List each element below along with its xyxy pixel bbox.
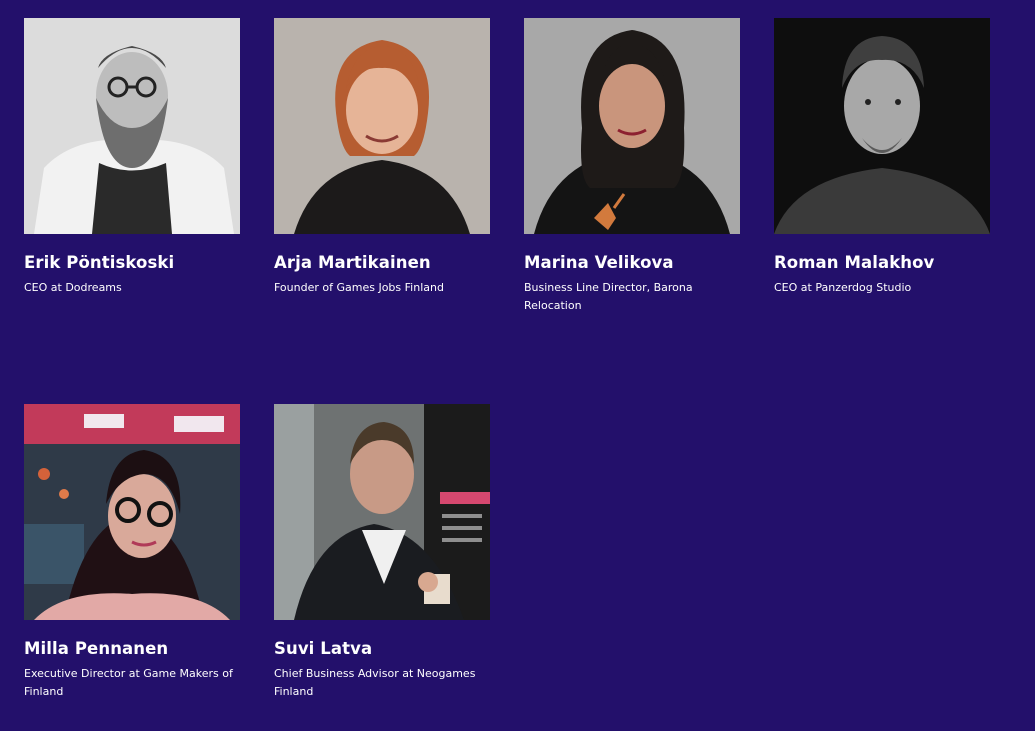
speaker-name: Roman Malakhov	[774, 253, 935, 272]
speaker-card: Roman Malakhov CEO at Panzerdog Studio	[774, 18, 990, 297]
speaker-card: Erik Pöntiskoski CEO at Dodreams	[24, 18, 240, 297]
speaker-photo	[274, 404, 490, 620]
speaker-name: Milla Pennanen	[24, 639, 169, 658]
speaker-role: CEO at Dodreams	[24, 281, 122, 294]
speaker-role: Chief Business Advisor at Neogames Finla…	[274, 667, 476, 698]
speaker-photo	[774, 18, 990, 234]
speakers-grid: Erik Pöntiskoski CEO at Dodreams Arja Ma…	[0, 0, 1035, 731]
speaker-role: CEO at Panzerdog Studio	[774, 281, 912, 294]
speaker-role: Executive Director at Game Makers of Fin…	[24, 667, 233, 698]
speaker-name: Suvi Latva	[274, 639, 373, 658]
speaker-photo	[524, 18, 740, 234]
speaker-card: Marina Velikova Business Line Director, …	[524, 18, 740, 315]
speaker-name: Marina Velikova	[524, 253, 674, 272]
speaker-photo	[274, 18, 490, 234]
speaker-card: Arja Martikainen Founder of Games Jobs F…	[274, 18, 490, 297]
speaker-photo	[24, 404, 240, 620]
speaker-role: Founder of Games Jobs Finland	[274, 281, 444, 294]
speaker-photo	[24, 18, 240, 234]
speaker-name: Erik Pöntiskoski	[24, 253, 175, 272]
speaker-name: Arja Martikainen	[274, 253, 431, 272]
speaker-role: Business Line Director, Barona Relocatio…	[524, 281, 693, 312]
speaker-card: Milla Pennanen Executive Director at Gam…	[24, 404, 240, 701]
speaker-card: Suvi Latva Chief Business Advisor at Neo…	[274, 404, 490, 701]
